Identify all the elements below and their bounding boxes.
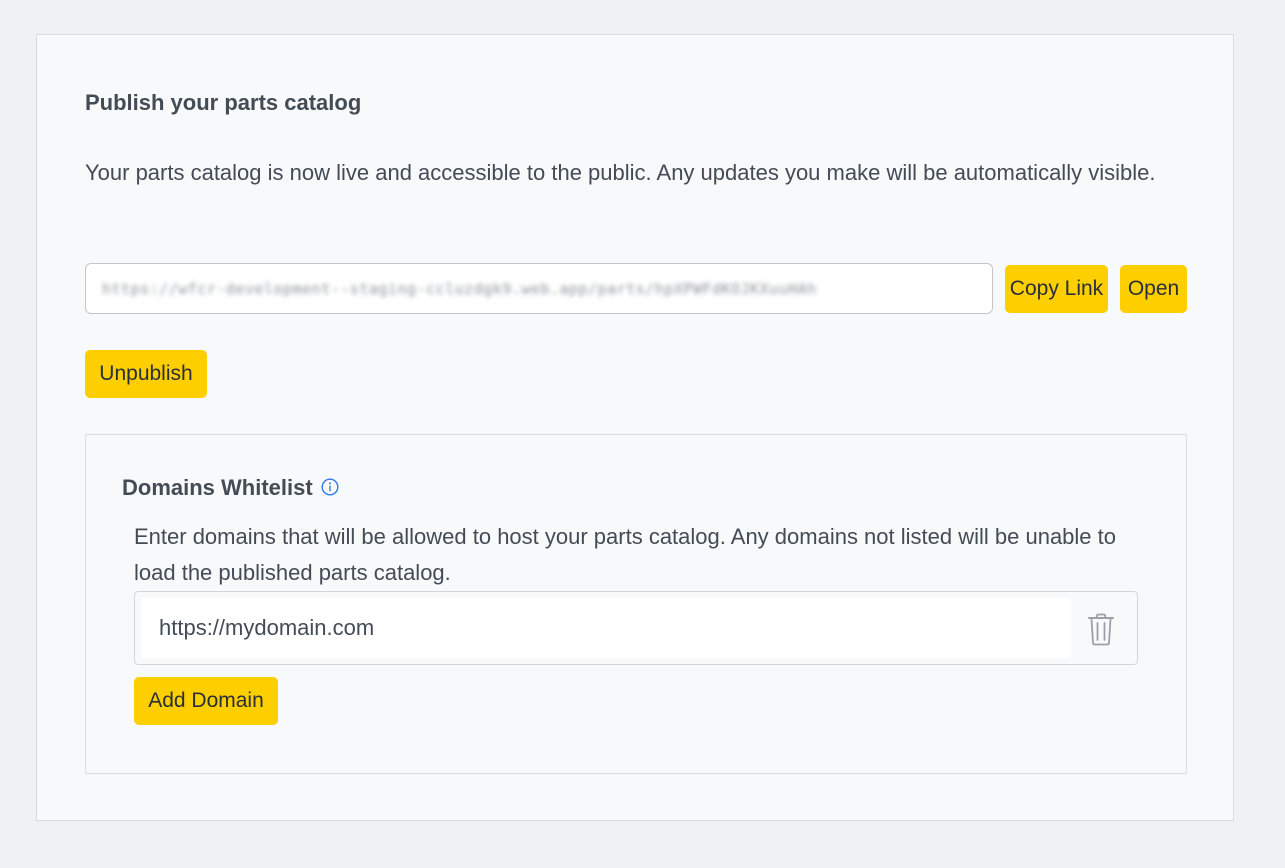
domain-input[interactable] — [141, 598, 1071, 658]
whitelist-description: Enter domains that will be allowed to ho… — [134, 524, 1116, 585]
publish-description: Your parts catalog is now live and acces… — [85, 160, 1156, 185]
open-button[interactable]: Open — [1120, 265, 1187, 313]
unpublish-button[interactable]: Unpublish — [85, 350, 207, 398]
domain-row — [134, 591, 1138, 665]
publish-title: Publish your parts catalog — [85, 90, 362, 115]
domains-whitelist-panel: Domains Whitelist Enter domains that wil… — [85, 434, 1187, 774]
catalog-url-field[interactable]: https://wfcr-development--staging-ccluzd… — [85, 263, 993, 314]
add-domain-button[interactable]: Add Domain — [134, 677, 278, 725]
trash-icon[interactable] — [1085, 611, 1117, 647]
info-circle-icon[interactable] — [321, 476, 339, 496]
whitelist-title: Domains Whitelist — [122, 475, 313, 500]
whitelist-header: Domains Whitelist — [122, 475, 339, 501]
copy-link-button[interactable]: Copy Link — [1005, 265, 1108, 313]
catalog-url-value: https://wfcr-development--staging-ccluzd… — [102, 279, 817, 298]
publish-catalog-card: Publish your parts catalog Your parts ca… — [36, 34, 1234, 821]
